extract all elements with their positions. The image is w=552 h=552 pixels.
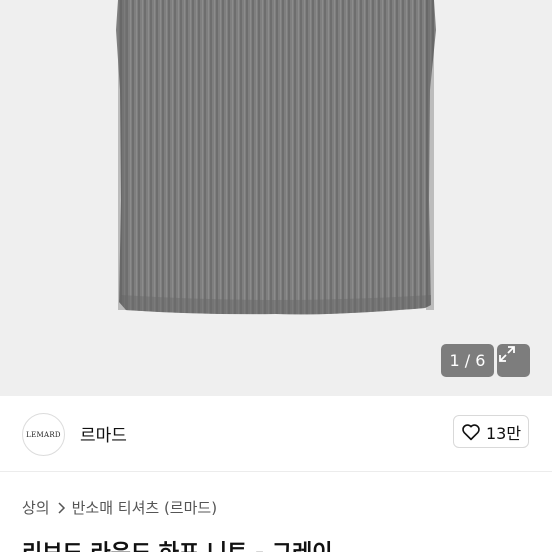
seller-logo-text: LEMARD (26, 430, 61, 439)
seller-avatar[interactable]: LEMARD (22, 413, 65, 456)
like-count: 13만 (485, 423, 522, 443)
seller-name[interactable]: 르마드 (80, 421, 127, 446)
like-button[interactable]: 13만 (453, 415, 529, 448)
heart-icon (462, 423, 480, 440)
expand-icon (499, 346, 515, 362)
image-counter: 1 / 6 (441, 344, 494, 377)
breadcrumb-category[interactable]: 상의 (22, 497, 50, 518)
expand-image-button[interactable] (497, 344, 530, 377)
product-image-gallery[interactable]: 1 / 6 (0, 0, 552, 396)
product-title: 리브드 라운드 하프 니트 - 그레이 (22, 535, 333, 552)
chevron-right-icon (56, 501, 66, 514)
product-page: 1 / 6 LEMARD 르마드 13만 상의 반소매 티셔츠 (르마드) 리브… (0, 0, 552, 552)
product-image (0, 0, 552, 396)
breadcrumb-subcategory[interactable]: 반소매 티셔츠 (르마드) (72, 497, 217, 518)
seller-row[interactable]: LEMARD 르마드 13만 (0, 396, 552, 472)
breadcrumb: 상의 반소매 티셔츠 (르마드) (22, 497, 217, 518)
